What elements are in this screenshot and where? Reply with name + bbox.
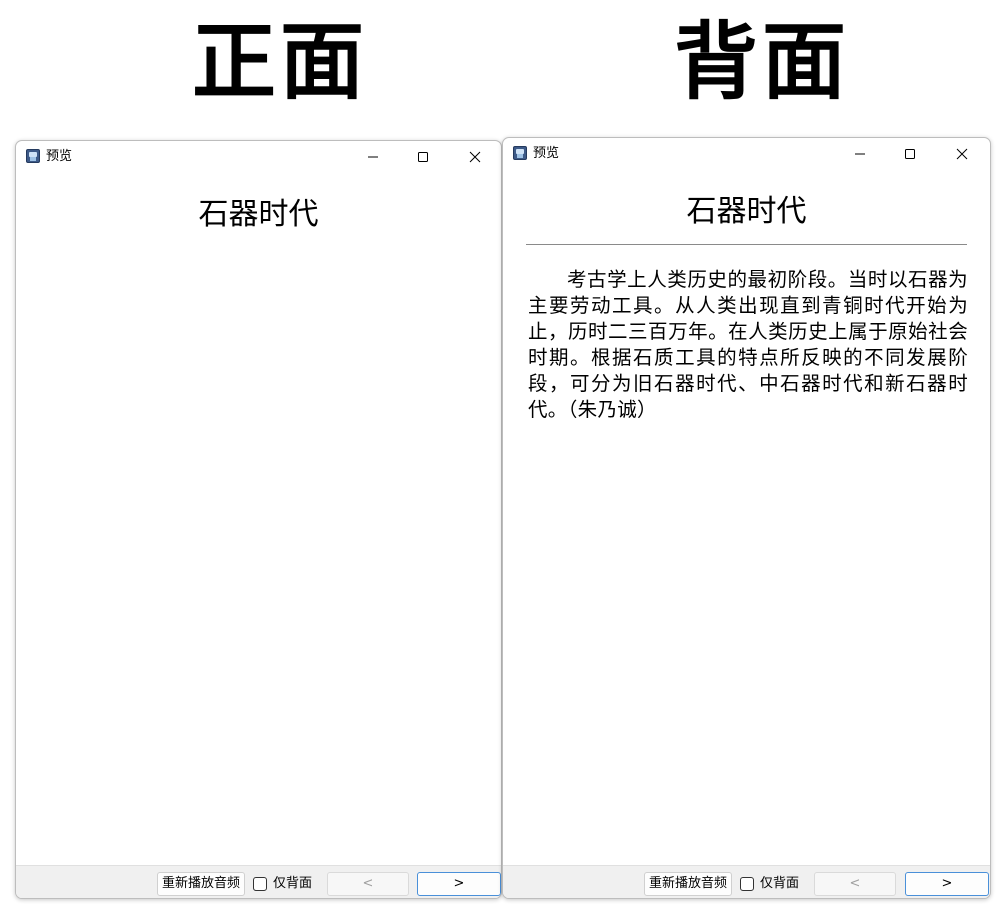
replay-audio-button[interactable]: 重新播放音频 (644, 872, 732, 896)
maximize-icon (418, 152, 428, 162)
close-button[interactable] (939, 138, 985, 170)
window-title: 预览 (46, 149, 73, 164)
app-icon (26, 149, 40, 163)
next-button[interactable]: > (417, 872, 501, 896)
bottom-toolbar: 重新播放音频 仅背面 < > (16, 865, 501, 898)
title-divider (526, 244, 967, 245)
close-icon (469, 151, 481, 163)
title-bar[interactable]: 预览 (503, 138, 990, 170)
front-preview-window: 预览 石器时代 重新播放音频 仅背面 < > (15, 140, 502, 899)
close-icon (956, 148, 968, 160)
maximize-button[interactable] (400, 141, 446, 173)
minimize-button[interactable] (837, 138, 883, 170)
minimize-button[interactable] (350, 141, 396, 173)
app-icon (513, 146, 527, 160)
front-label: 正面 (191, 12, 368, 111)
maximize-icon (905, 149, 915, 159)
back-label: 背面 (673, 12, 850, 111)
checkbox-box[interactable] (740, 877, 754, 891)
back-preview-window: 预览 石器时代 考古学上人类历史的最初阶段。当时以石器为主要劳动工具。从人类出现… (502, 137, 991, 899)
minimize-icon (855, 153, 865, 155)
next-button[interactable]: > (905, 872, 989, 896)
card-title: 石器时代 (686, 194, 807, 229)
back-only-label: 仅背面 (273, 876, 313, 891)
minimize-icon (368, 156, 378, 158)
bottom-toolbar: 重新播放音频 仅背面 < > (503, 865, 990, 898)
close-button[interactable] (452, 141, 498, 173)
window-title: 预览 (533, 146, 560, 161)
checkbox-box[interactable] (253, 877, 267, 891)
back-only-checkbox[interactable]: 仅背面 (740, 875, 799, 893)
card-body-text: 考古学上人类历史的最初阶段。当时以石器为主要劳动工具。从人类出现直到青铜时代开始… (528, 268, 968, 421)
replay-audio-button[interactable]: 重新播放音频 (157, 872, 245, 896)
card-title: 石器时代 (198, 197, 319, 232)
back-only-checkbox[interactable]: 仅背面 (253, 875, 312, 893)
back-only-label: 仅背面 (760, 876, 800, 891)
maximize-button[interactable] (887, 138, 933, 170)
previous-button[interactable]: < (327, 872, 409, 896)
title-bar[interactable]: 预览 (16, 141, 501, 173)
previous-button[interactable]: < (814, 872, 896, 896)
